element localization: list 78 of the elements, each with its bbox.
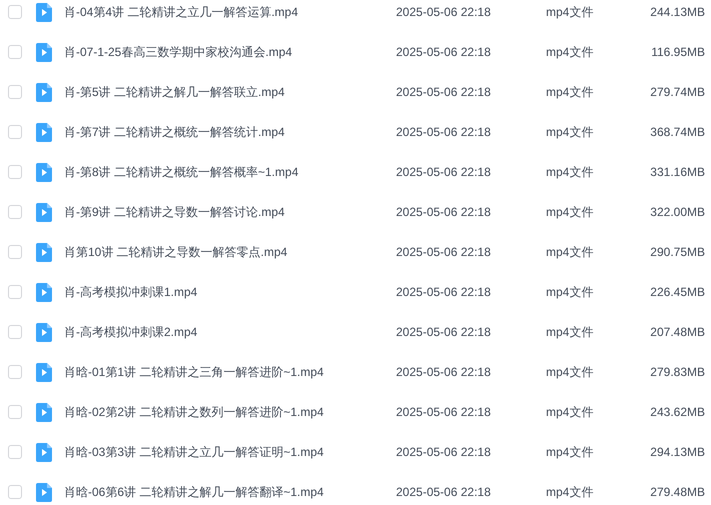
file-name[interactable]: 肖-07-1-25春高三数学期中家校沟通会.mp4 — [64, 44, 292, 60]
modified-date: 2025-05-06 22:18 — [396, 365, 491, 379]
checkbox[interactable] — [8, 45, 22, 59]
video-file-icon — [36, 162, 52, 182]
modified-date: 2025-05-06 22:18 — [396, 245, 491, 259]
file-type: mp4文件 — [546, 4, 594, 20]
checkbox[interactable] — [8, 125, 22, 139]
file-size: 294.13MB — [650, 445, 705, 459]
checkbox[interactable] — [8, 405, 22, 419]
file-type: mp4文件 — [546, 444, 594, 460]
video-file-icon — [36, 362, 52, 382]
file-name[interactable]: 肖-第7讲 二轮精讲之概统一解答统计.mp4 — [64, 124, 285, 140]
checkbox[interactable] — [8, 245, 22, 259]
video-file-icon — [36, 242, 52, 262]
file-name[interactable]: 肖-高考模拟冲刺课1.mp4 — [64, 284, 198, 300]
file-type: mp4文件 — [546, 324, 594, 340]
file-type: mp4文件 — [546, 204, 594, 220]
file-size: 331.16MB — [650, 165, 705, 179]
video-file-icon — [36, 282, 52, 302]
video-file-icon — [36, 442, 52, 462]
file-type: mp4文件 — [546, 404, 594, 420]
file-size: 322.00MB — [650, 205, 705, 219]
file-size: 243.62MB — [650, 405, 705, 419]
modified-date: 2025-05-06 22:18 — [396, 285, 491, 299]
file-name[interactable]: 肖-高考模拟冲刺课2.mp4 — [64, 324, 198, 340]
checkbox[interactable] — [8, 285, 22, 299]
file-name[interactable]: 肖-04第4讲 二轮精讲之立几一解答运算.mp4 — [64, 4, 298, 20]
file-type: mp4文件 — [546, 84, 594, 100]
modified-date: 2025-05-06 22:18 — [396, 125, 491, 139]
file-type: mp4文件 — [546, 44, 594, 60]
file-size: 290.75MB — [650, 245, 705, 259]
modified-date: 2025-05-06 22:18 — [396, 405, 491, 419]
file-size: 279.48MB — [650, 485, 705, 499]
file-type: mp4文件 — [546, 244, 594, 260]
checkbox[interactable] — [8, 205, 22, 219]
file-size: 368.74MB — [650, 125, 705, 139]
checkbox[interactable] — [8, 85, 22, 99]
file-name[interactable]: 肖第10讲 二轮精讲之导数一解答零点.mp4 — [64, 244, 288, 260]
file-name[interactable]: 肖晗-06第6讲 二轮精讲之解几一解答翻译~1.mp4 — [64, 484, 324, 500]
file-name[interactable]: 肖-第9讲 二轮精讲之导数一解答讨论.mp4 — [64, 204, 285, 220]
video-file-icon — [36, 482, 52, 502]
file-size: 279.83MB — [650, 365, 705, 379]
modified-date: 2025-05-06 22:18 — [396, 85, 491, 99]
file-size: 244.13MB — [650, 5, 705, 19]
modified-date: 2025-05-06 22:18 — [396, 445, 491, 459]
file-size: 207.48MB — [650, 325, 705, 339]
file-size: 226.45MB — [650, 285, 705, 299]
file-type: mp4文件 — [546, 164, 594, 180]
video-file-icon — [36, 402, 52, 422]
file-name[interactable]: 肖晗-02第2讲 二轮精讲之数列一解答进阶~1.mp4 — [64, 404, 324, 420]
modified-date: 2025-05-06 22:18 — [396, 5, 491, 19]
video-file-icon — [36, 322, 52, 342]
file-type: mp4文件 — [546, 124, 594, 140]
modified-date: 2025-05-06 22:18 — [396, 325, 491, 339]
checkbox[interactable] — [8, 165, 22, 179]
video-file-icon — [36, 82, 52, 102]
video-file-icon — [36, 2, 52, 22]
modified-date: 2025-05-06 22:18 — [396, 205, 491, 219]
checkbox[interactable] — [8, 445, 22, 459]
file-size: 279.74MB — [650, 85, 705, 99]
checkbox[interactable] — [8, 325, 22, 339]
checkbox[interactable] — [8, 365, 22, 379]
modified-date: 2025-05-06 22:18 — [396, 45, 491, 59]
video-file-icon — [36, 202, 52, 222]
file-name[interactable]: 肖-第5讲 二轮精讲之解几一解答联立.mp4 — [64, 84, 285, 100]
video-file-icon — [36, 122, 52, 142]
file-size: 116.95MB — [651, 45, 705, 59]
file-name[interactable]: 肖晗-01第1讲 二轮精讲之三角一解答进阶~1.mp4 — [64, 364, 324, 380]
file-type: mp4文件 — [546, 284, 594, 300]
checkbox[interactable] — [8, 5, 22, 19]
file-type: mp4文件 — [546, 484, 594, 500]
video-file-icon — [36, 42, 52, 62]
modified-date: 2025-05-06 22:18 — [396, 165, 491, 179]
file-type: mp4文件 — [546, 364, 594, 380]
checkbox[interactable] — [8, 485, 22, 499]
file-name[interactable]: 肖晗-03第3讲 二轮精讲之立几一解答证明~1.mp4 — [64, 444, 324, 460]
file-name[interactable]: 肖-第8讲 二轮精讲之概统一解答概率~1.mp4 — [64, 164, 298, 180]
modified-date: 2025-05-06 22:18 — [396, 485, 491, 499]
